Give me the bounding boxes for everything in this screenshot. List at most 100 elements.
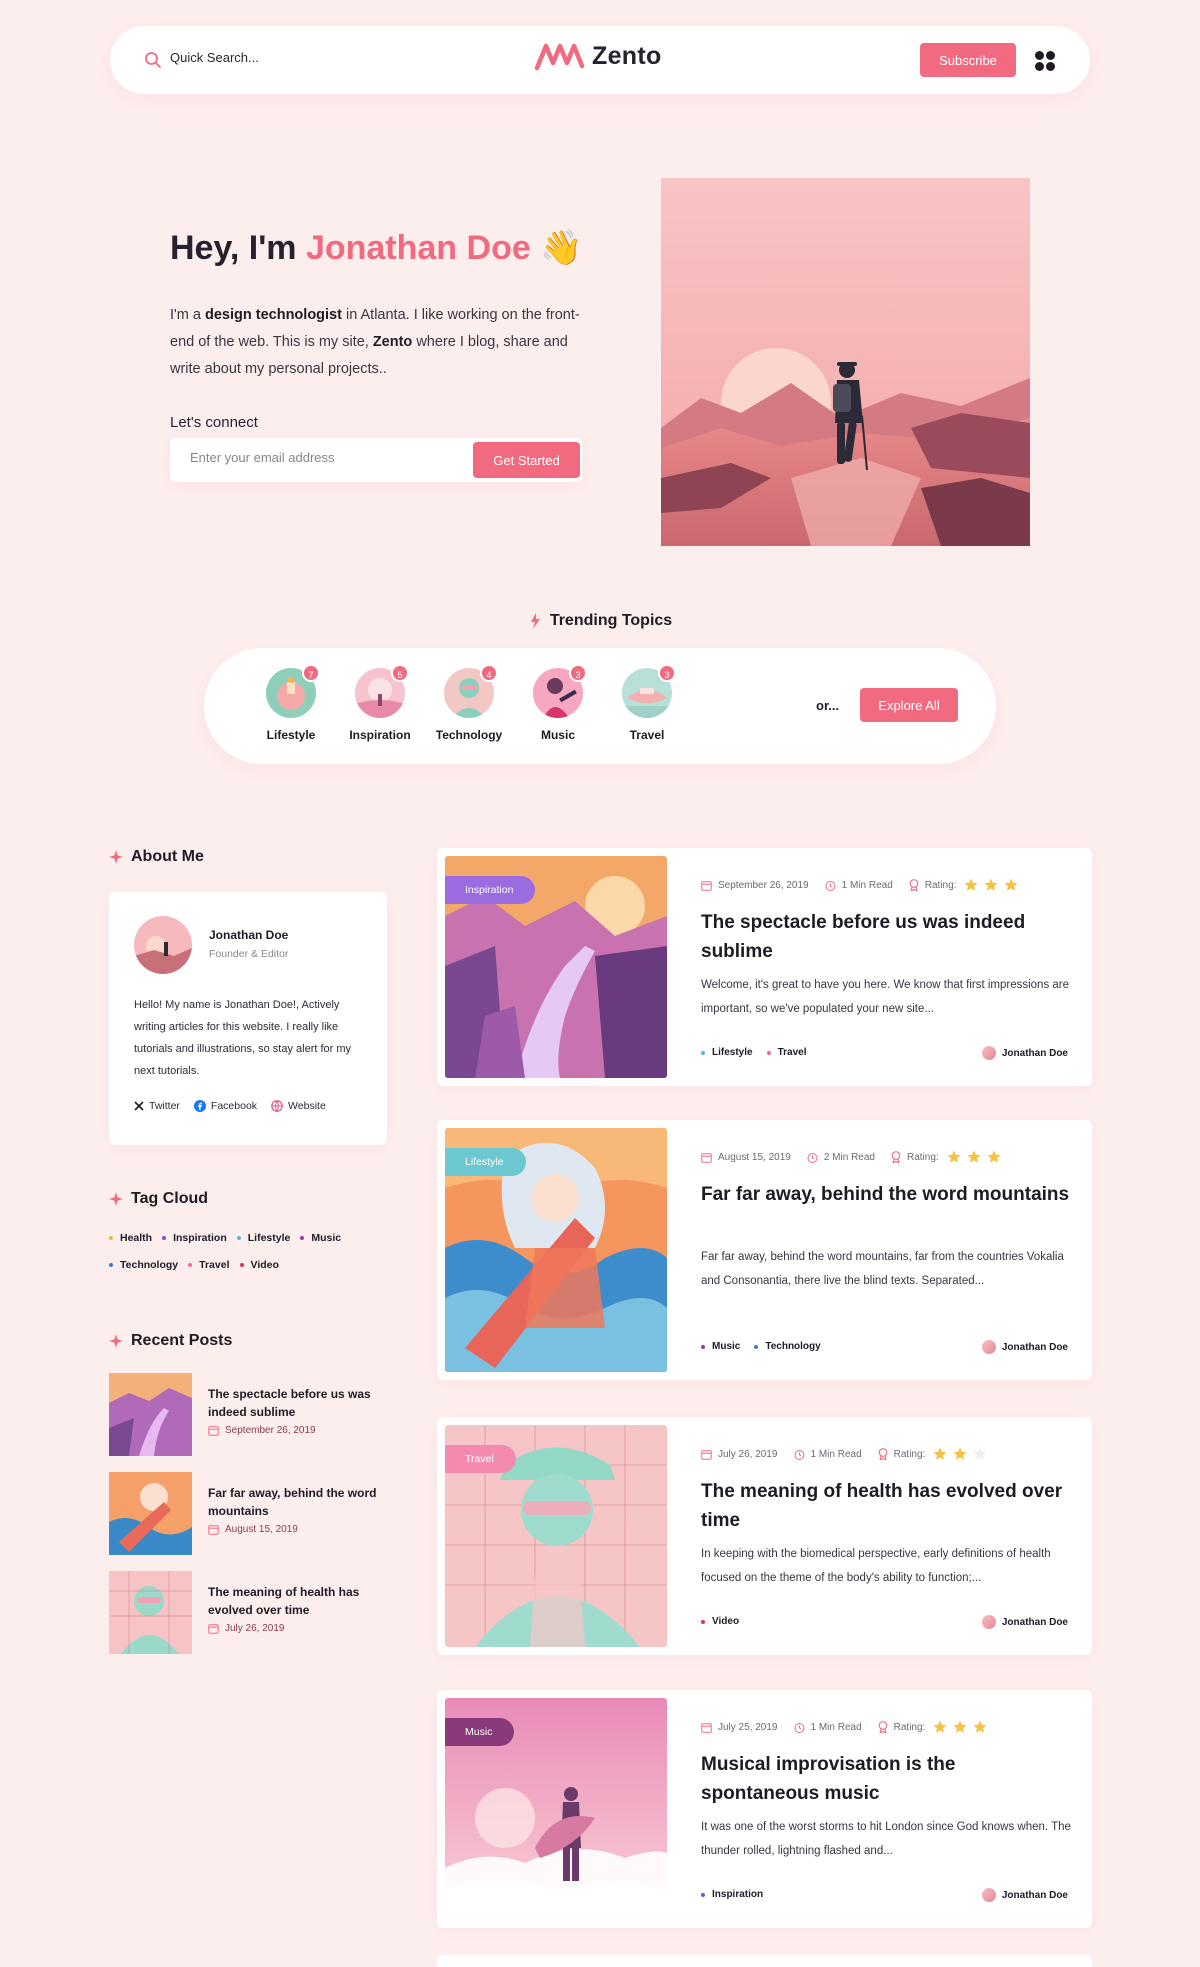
recent-post-item[interactable]: The meaning of health has evolved over t… xyxy=(109,1571,399,1655)
star-icon xyxy=(973,1720,987,1733)
star-rating xyxy=(947,1150,1001,1164)
tag-technology[interactable]: Technology xyxy=(109,1259,178,1271)
about-name: Jonathan Doe xyxy=(209,928,289,942)
facebook-link[interactable]: Facebook xyxy=(193,1100,257,1112)
post-image[interactable]: Music xyxy=(445,1698,667,1920)
post-title[interactable]: The spectacle before us was indeed subli… xyxy=(701,908,1071,966)
post-meta: September 26, 2019 1 Min Read Rating: xyxy=(701,878,1018,892)
calendar-icon xyxy=(208,1525,219,1535)
search-input[interactable]: Quick Search... xyxy=(170,50,259,65)
menu-grid-icon[interactable] xyxy=(1034,50,1056,72)
recent-post-date: July 26, 2019 xyxy=(208,1623,285,1634)
hero-title: Hey, I'm Jonathan Doe 👋 xyxy=(170,229,583,267)
hero-name: Jonathan Doe xyxy=(305,229,531,267)
post-card[interactable]: Music July 25, 2019 1 Min Read Rating: M… xyxy=(437,1690,1092,1928)
category-badge[interactable]: Music xyxy=(445,1718,515,1746)
topic-technology[interactable]: 4 Technology xyxy=(424,664,514,742)
post-card[interactable]: Travel July 26, 2019 1 Min Read Rating: … xyxy=(437,1417,1092,1655)
or-text: or... xyxy=(816,698,840,713)
post-tag[interactable]: Inspiration xyxy=(701,1889,763,1900)
calendar-icon xyxy=(208,1624,219,1634)
recent-post-title[interactable]: The meaning of health has evolved over t… xyxy=(208,1583,398,1619)
logo-mark-icon xyxy=(534,43,585,71)
star-rating xyxy=(933,1720,987,1734)
post-author[interactable]: Jonathan Doe xyxy=(981,1615,1068,1629)
topic-inspiration[interactable]: 5 Inspiration xyxy=(335,664,425,742)
tag-music[interactable]: Music xyxy=(300,1232,341,1244)
email-field[interactable] xyxy=(190,450,430,465)
tag-travel[interactable]: Travel xyxy=(188,1259,230,1271)
topic-travel[interactable]: 3 Travel xyxy=(602,664,692,742)
recent-post-item[interactable]: The spectacle before us was indeed subli… xyxy=(109,1373,399,1457)
topic-lifestyle[interactable]: 7 Lifestyle xyxy=(246,664,336,742)
category-badge[interactable]: Inspiration xyxy=(445,876,536,904)
calendar-icon xyxy=(701,1449,712,1460)
twitter-link[interactable]: Twitter xyxy=(134,1100,180,1112)
tag-inspiration[interactable]: Inspiration xyxy=(162,1232,227,1244)
get-started-button[interactable]: Get Started xyxy=(473,442,580,478)
newsletter-form: Get Started xyxy=(170,438,582,482)
post-image[interactable]: Travel xyxy=(445,1425,667,1647)
post-tag[interactable]: Technology xyxy=(754,1341,821,1352)
read-time: 1 Min Read xyxy=(794,1449,862,1460)
website-link[interactable]: Website xyxy=(271,1100,326,1112)
post-tag[interactable]: Music xyxy=(701,1341,740,1352)
post-title[interactable]: The meaning of health has evolved over t… xyxy=(701,1477,1071,1535)
recent-post-title[interactable]: Far far away, behind the word mountains xyxy=(208,1484,398,1520)
topic-avatar: 7 xyxy=(266,664,320,718)
recent-post-date: August 15, 2019 xyxy=(208,1524,298,1535)
topic-avatar: 3 xyxy=(622,664,676,718)
search-icon[interactable] xyxy=(144,51,162,69)
subscribe-button[interactable]: Subscribe xyxy=(920,43,1016,77)
read-time: 1 Min Read xyxy=(794,1722,862,1733)
star-icon xyxy=(933,1720,947,1733)
read-time: 2 Min Read xyxy=(807,1152,875,1163)
post-image[interactable]: Lifestyle xyxy=(445,1128,667,1372)
tag-lifestyle[interactable]: Lifestyle xyxy=(236,1232,290,1244)
post-card[interactable]: Lifestyle August 15, 2019 2 Min Read Rat… xyxy=(437,1120,1092,1380)
star-rating xyxy=(933,1447,987,1461)
trending-heading: Trending Topics xyxy=(0,612,1200,630)
author-avatar xyxy=(981,1888,996,1902)
site-header: Quick Search... Zento Subscribe xyxy=(110,26,1090,94)
tag-health[interactable]: Health xyxy=(109,1232,152,1244)
star-icon xyxy=(953,1447,967,1460)
category-badge[interactable]: Lifestyle xyxy=(445,1148,526,1176)
star-icon xyxy=(987,1150,1001,1163)
post-image[interactable]: Inspiration xyxy=(445,856,667,1078)
post-title[interactable]: Musical improvisation is the spontaneous… xyxy=(701,1750,1071,1808)
star-rating xyxy=(964,878,1018,892)
tag-video[interactable]: Video xyxy=(239,1259,279,1271)
recent-post-thumbnail xyxy=(109,1571,192,1654)
site-logo[interactable]: Zento xyxy=(534,41,662,71)
category-badge[interactable]: Travel xyxy=(445,1445,516,1473)
topic-music[interactable]: 3 Music xyxy=(513,664,603,742)
post-date: July 25, 2019 xyxy=(701,1722,778,1733)
star-icon xyxy=(964,878,978,891)
wave-icon: 👋 xyxy=(540,229,583,267)
recent-post-title[interactable]: The spectacle before us was indeed subli… xyxy=(208,1385,398,1421)
post-title[interactable]: Far far away, behind the word mountains xyxy=(701,1180,1071,1209)
star-icon xyxy=(967,1150,981,1163)
post-author[interactable]: Jonathan Doe xyxy=(981,1340,1068,1354)
post-tags: Inspiration xyxy=(701,1889,763,1900)
post-tag[interactable]: Travel xyxy=(766,1047,807,1058)
post-tag[interactable]: Video xyxy=(701,1616,739,1627)
facebook-icon xyxy=(193,1100,206,1112)
post-meta: July 26, 2019 1 Min Read Rating: xyxy=(701,1447,987,1461)
post-card[interactable]: Inspiration September 26, 2019 1 Min Rea… xyxy=(437,848,1092,1086)
post-tags: Music Technology xyxy=(701,1341,821,1352)
author-avatar xyxy=(981,1615,996,1629)
post-tags: Video xyxy=(701,1616,739,1627)
recent-post-item[interactable]: Far far away, behind the word mountains … xyxy=(109,1472,399,1556)
logo-text: Zento xyxy=(592,41,662,70)
award-icon xyxy=(878,1721,887,1733)
post-tag[interactable]: Lifestyle xyxy=(701,1047,753,1058)
author-avatar xyxy=(981,1340,996,1354)
sparkle-icon xyxy=(109,1334,123,1348)
post-author[interactable]: Jonathan Doe xyxy=(981,1046,1068,1060)
post-author[interactable]: Jonathan Doe xyxy=(981,1888,1068,1902)
explore-all-button[interactable]: Explore All xyxy=(860,688,958,722)
next-post-card-edge xyxy=(437,1955,1092,1967)
post-tags: Lifestyle Travel xyxy=(701,1047,807,1058)
